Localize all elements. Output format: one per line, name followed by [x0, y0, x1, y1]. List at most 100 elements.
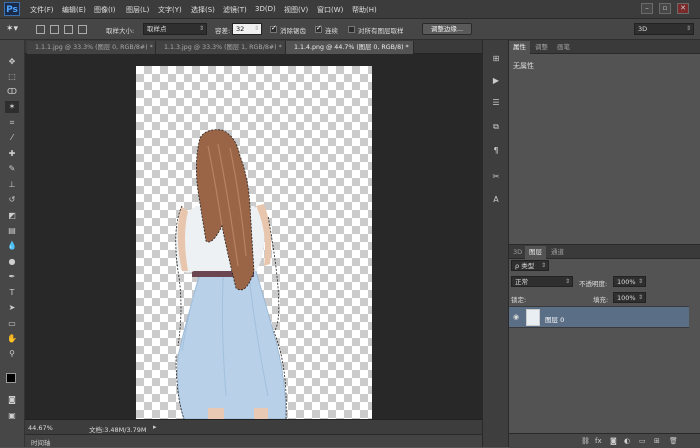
layers-footer: ⛓ fx ◙ ◐ ▭ ⊞ 🗑 [509, 433, 700, 448]
actions-panel-icon[interactable]: ▶ [489, 74, 503, 88]
opacity-input[interactable]: 100% [613, 276, 646, 287]
opacity-label: 不透明度: [579, 280, 608, 288]
foreground-color-swatch[interactable] [6, 373, 16, 383]
layer-filter-select[interactable]: ρ 类型 [511, 260, 549, 271]
healing-tool-icon[interactable]: ✚ [5, 148, 19, 160]
menu-3d[interactable]: 3D(D) [255, 5, 276, 13]
crop-tool-icon[interactable]: ⌗ [5, 117, 19, 129]
no-properties-text: 无属性 [513, 62, 534, 70]
stamp-tool-icon[interactable]: ⊥ [5, 179, 19, 191]
layer-name[interactable]: 图层 0 [545, 314, 564, 324]
document-canvas[interactable] [136, 66, 372, 419]
dodge-tool-icon[interactable]: ● [5, 256, 19, 268]
sample-size-select[interactable]: 取样点 [143, 23, 207, 35]
history-brush-icon[interactable]: ↺ [5, 194, 19, 206]
menu-layer[interactable]: 图层(L) [126, 5, 149, 15]
menu-file[interactable]: 文件(F) [30, 5, 54, 15]
tab-document-3[interactable]: 1.1.4.png @ 44.7% (图层 0, RGB/8) * [286, 41, 414, 54]
tab-properties[interactable]: 属性 [509, 41, 530, 54]
panel-icon-strip: ⊞ ▶ ☰ ⧉ ¶ ✂ A [482, 40, 509, 447]
all-layers-checkbox[interactable] [348, 26, 355, 33]
antialias-label: 消除锯齿 [280, 27, 306, 35]
eraser-tool-icon[interactable]: ◩ [5, 210, 19, 222]
menu-help[interactable]: 帮助(H) [352, 5, 377, 15]
subtract-selection-icon[interactable] [64, 25, 73, 34]
type-tool-icon[interactable]: T [5, 287, 19, 299]
blur-tool-icon[interactable]: 💧 [5, 240, 19, 252]
new-group-icon[interactable]: ▭ [639, 437, 646, 445]
quick-mask-icon[interactable]: ◙ [5, 394, 19, 406]
antialias-checkbox[interactable] [270, 24, 277, 33]
magic-wand-preset-icon[interactable]: ✶▾ [6, 23, 26, 35]
link-layers-icon[interactable]: ⛓ [581, 437, 590, 445]
gradient-tool-icon[interactable]: ▤ [5, 225, 19, 237]
pen-tool-icon[interactable]: ✒ [5, 271, 19, 283]
adjustment-layer-icon[interactable]: ◐ [624, 437, 630, 445]
intersect-selection-icon[interactable] [78, 25, 87, 34]
blend-mode-select[interactable]: 正常 [511, 276, 573, 287]
hand-tool-icon[interactable]: ✋ [5, 333, 19, 345]
layers-tabs: 3D 图层 通道 [509, 245, 700, 259]
lasso-tool-icon[interactable]: ↀ [5, 86, 19, 98]
new-layer-icon[interactable]: ⊞ [654, 437, 660, 445]
screen-mode-icon[interactable]: ▣ [5, 410, 19, 422]
contiguous-checkbox[interactable] [315, 24, 322, 33]
zoom-level[interactable]: 44.67% [28, 424, 53, 432]
character-panel-icon[interactable]: A [489, 193, 503, 207]
new-selection-icon[interactable] [36, 25, 45, 34]
all-layers-label: 对所有图层取样 [358, 27, 404, 35]
paragraph-panel-icon[interactable]: ¶ [489, 144, 503, 158]
tolerance-label: 容差: [215, 27, 231, 35]
contiguous-label: 连续 [325, 27, 338, 35]
tab-document-1[interactable]: 1.1.1.jpg @ 33.3% (图层 0, RGB/8#) * [27, 41, 156, 54]
timeline-panel: 时间轴 [25, 434, 482, 447]
path-select-icon[interactable]: ➤ [5, 302, 19, 314]
refine-edge-button[interactable]: 调整边缘... [422, 23, 472, 35]
menu-select[interactable]: 选择(S) [191, 5, 215, 15]
minimize-icon[interactable]: – [641, 3, 653, 14]
tab-adjustments[interactable]: 调整 [531, 41, 552, 54]
tab-channels[interactable]: 通道 [547, 246, 568, 259]
properties-panel: 属性 调整 画笔 无属性 [509, 40, 700, 242]
restore-icon[interactable]: ▫ [659, 3, 671, 14]
delete-layer-icon[interactable]: 🗑 [669, 437, 678, 445]
tab-3d[interactable]: 3D [509, 246, 526, 259]
menu-window[interactable]: 窗口(W) [317, 5, 343, 15]
status-bar: 44.67% 文档:3.48M/3.79M ▸ [25, 419, 482, 434]
eyedropper-tool-icon[interactable]: ⁄ [5, 132, 19, 144]
brush-tool-icon[interactable]: ✎ [5, 163, 19, 175]
menu-image[interactable]: 图像(I) [94, 5, 116, 15]
timeline-label[interactable]: 时间轴 [31, 437, 51, 447]
tolerance-input[interactable]: 32 [232, 23, 262, 35]
document-tabs: 1.1.1.jpg @ 33.3% (图层 0, RGB/8#) * 1.1.3… [25, 40, 482, 54]
layer-style-icon[interactable]: fx [595, 437, 602, 445]
magic-wand-tool-icon[interactable]: ✶ [5, 101, 19, 113]
shape-tool-icon[interactable]: ▭ [5, 318, 19, 330]
tool-presets-icon[interactable]: ✂ [489, 170, 503, 184]
add-mask-icon[interactable]: ◙ [610, 437, 617, 445]
workspace-select[interactable]: 3D [634, 23, 694, 35]
fill-input[interactable]: 100% [613, 292, 646, 303]
history-panel-icon[interactable]: ⊞ [489, 52, 503, 66]
tools-panel: ✥ ⬚ ↀ ✶ ⌗ ⁄ ✚ ✎ ⊥ ↺ ◩ ▤ 💧 ● ✒ T ➤ ▭ ✋ ⚲ … [0, 40, 25, 447]
close-icon[interactable]: ✕ [677, 3, 689, 14]
tab-layers[interactable]: 图层 [525, 246, 546, 259]
menu-bar: Ps 文件(F) 编辑(E) 图像(I) 图层(L) 文字(Y) 选择(S) 滤… [0, 0, 700, 19]
document-info: 文档:3.48M/3.79M [89, 426, 147, 434]
add-selection-icon[interactable] [50, 25, 59, 34]
fill-label: 填充: [593, 296, 609, 304]
tab-document-2[interactable]: 1.1.3.jpg @ 33.3% (图层 1, RGB/8#) * [156, 41, 286, 54]
tab-brush[interactable]: 画笔 [553, 41, 574, 54]
visibility-eye-icon[interactable]: ◉ [513, 313, 519, 321]
move-tool-icon[interactable]: ✥ [5, 56, 19, 68]
zoom-tool-icon[interactable]: ⚲ [5, 348, 19, 360]
adjust-panel-icon[interactable]: ☰ [489, 96, 503, 110]
menu-type[interactable]: 文字(Y) [158, 5, 182, 15]
marquee-tool-icon[interactable]: ⬚ [5, 71, 19, 83]
menu-view[interactable]: 视图(V) [284, 5, 308, 15]
layer-row[interactable]: ◉ 图层 0 [509, 306, 689, 328]
menu-edit[interactable]: 编辑(E) [62, 5, 86, 15]
layer-comps-icon[interactable]: ⧉ [489, 120, 503, 134]
status-menu-arrow-icon[interactable]: ▸ [153, 423, 157, 431]
menu-filter[interactable]: 滤镜(T) [223, 5, 247, 15]
